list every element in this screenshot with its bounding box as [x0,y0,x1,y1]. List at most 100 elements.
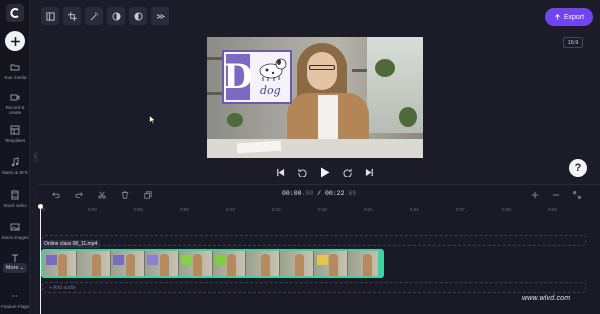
aspect-ratio-button[interactable]: 16:9 [563,37,583,48]
current-frames: .00 [301,190,314,197]
forward-5s-button[interactable] [343,168,352,177]
sidebar-item-label: Feature Flags [1,304,29,309]
sidebar-item-feature-flags[interactable]: Feature Flags [0,291,30,309]
add-audio-lane[interactable]: + Add audio [42,282,586,293]
sidebar-item-record[interactable]: Record & create [0,92,30,115]
sidebar-item-text[interactable] [0,253,30,263]
sidebar-item-your-media[interactable]: Your media [0,62,30,80]
export-button[interactable]: Export [545,8,593,26]
delete-button[interactable] [119,189,131,201]
zoom-out-button[interactable] [550,189,562,201]
skip-forward-icon [365,168,373,177]
thumb-card [215,255,227,265]
filter-tool-button[interactable] [129,7,147,25]
help-icon: ? [574,162,582,174]
time-tick: 0:06 [134,207,143,212]
trash-icon [121,191,129,199]
thumb-person [193,254,203,276]
clip-thumbnail [144,251,179,276]
contrast-icon [111,11,121,21]
total-frames: .69 [344,190,357,197]
split-button[interactable] [96,189,108,201]
collapse-sidebar-tab[interactable]: ‹ [33,151,38,163]
duplicate-icon [144,191,152,199]
clip-name-label: Online class 08_11.mp4 [41,240,101,248]
thumb-person [329,254,339,276]
time-tick: 0:21 [364,207,373,212]
letter-card-overlay[interactable]: D dog [222,50,292,104]
time-tick: 0:12 [226,207,235,212]
thumb-person [91,254,101,276]
play-button[interactable] [320,167,330,178]
clip-thumbnail [110,251,145,276]
layout-tool-button[interactable] [41,7,59,25]
sidebar-item-label: Your media [3,75,27,80]
contrast-tool-button[interactable] [107,7,125,25]
plant [227,113,243,127]
clip-thumbnail [76,251,111,276]
card-letter: D [223,54,253,100]
speed-tool-button[interactable] [151,7,169,25]
crop-icon [67,11,77,21]
more-button[interactable]: More ⌄ [3,263,27,273]
sidebar-item-templates[interactable]: Templates [0,125,30,143]
sidebar-item-music[interactable]: Music & SFX [0,157,30,175]
clip-thumbnail [212,251,247,276]
thumb-card [181,255,193,265]
plant [399,107,417,127]
overlay-drop-lane[interactable] [42,235,586,246]
redo-button[interactable] [73,189,85,201]
redo-icon [75,192,83,198]
rewind-5s-button[interactable] [298,168,307,177]
playhead[interactable] [38,204,43,314]
crop-tool-button[interactable] [63,7,81,25]
export-label: Export [563,13,585,21]
help-button[interactable]: ? [569,159,587,177]
sidebar-item-stock-images[interactable]: Stock images [0,222,30,240]
presenter-face [307,52,337,90]
camera-icon [10,94,20,101]
sidebar-item-label: Templates [4,138,26,143]
image-icon [10,223,20,231]
thumb-card [45,255,57,265]
layout-icon [45,11,55,21]
sidebar-item-stock-video[interactable]: Stock video [0,190,30,208]
thumb-card [147,255,159,265]
presenter-shirt [318,95,338,145]
speed-icon [156,13,165,19]
thumb-person [362,254,372,276]
clip-thumbnail [314,251,349,276]
clip-thumbnail [280,251,315,276]
thumb-card [113,255,125,265]
time-ruler[interactable]: 0 0:03 0:06 0:09 0:12 0:15 0:18 0:21 0:2… [38,205,600,215]
add-audio-label: + Add audio [49,284,76,291]
total-time: 00:22 [324,190,345,197]
music-icon [11,157,19,167]
app-logo[interactable] [6,4,24,22]
skip-end-button[interactable] [365,168,374,177]
clip-trim-handle[interactable] [378,251,382,276]
playhead-handle[interactable] [38,204,43,209]
skip-start-button[interactable] [276,168,285,177]
clip-thumbnail [178,251,213,276]
time-tick: 0:09 [180,207,189,212]
play-icon [321,167,330,178]
video-clip[interactable] [41,249,384,278]
film-icon [11,190,19,200]
add-media-button[interactable] [5,31,25,51]
time-tick: 0:15 [272,207,281,212]
fit-timeline-button[interactable] [571,189,583,201]
duplicate-button[interactable] [142,189,154,201]
filter-icon [133,11,143,21]
timeline-panel: 00:00.00 / 00:22.69 0 0:03 0:06 0:09 0:1… [38,184,600,314]
video-preview[interactable]: D dog [207,37,423,158]
time-tick: 0:18 [318,207,327,212]
skip-back-icon [277,168,285,177]
magic-tool-button[interactable] [85,7,103,25]
dog-illustration [259,58,287,81]
flag-icon [12,295,18,297]
presenter-glasses [309,65,335,70]
thumb-person [261,254,271,276]
zoom-in-button[interactable] [529,189,541,201]
undo-button[interactable] [50,189,62,201]
